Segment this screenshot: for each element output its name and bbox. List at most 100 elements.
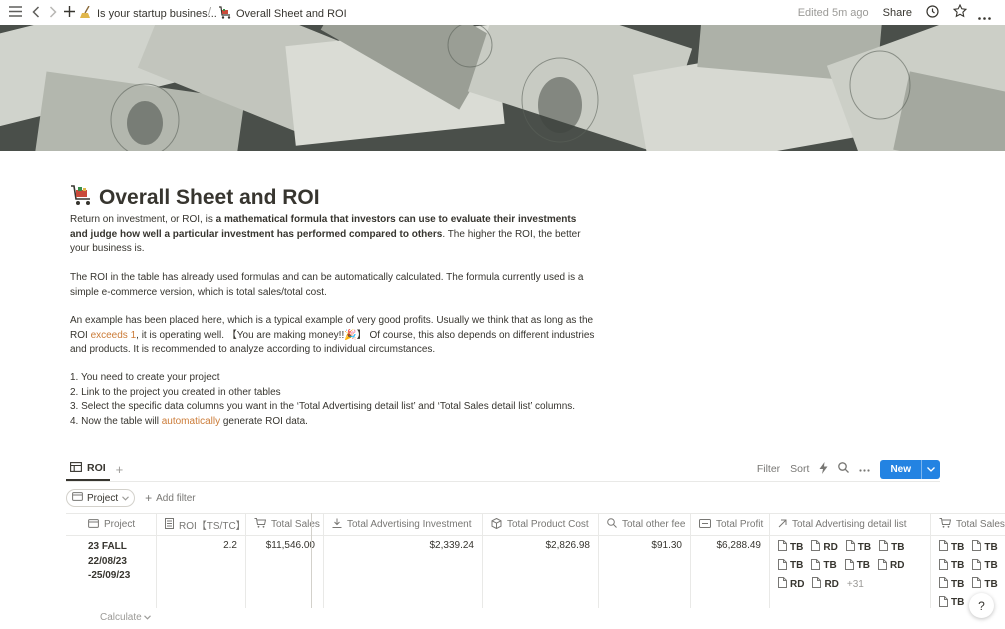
page-icon bbox=[972, 540, 982, 554]
tab-roi[interactable]: ROI bbox=[66, 457, 110, 481]
cart-icon bbox=[254, 518, 267, 531]
column-header-total-product-cost[interactable]: Total Product Cost bbox=[483, 514, 599, 535]
menu-icon[interactable] bbox=[9, 6, 22, 17]
adv-relations: TB RD TB TB TB TB TB RD RD RD +31 bbox=[778, 540, 922, 592]
adv-relation-item[interactable]: TB bbox=[811, 558, 837, 574]
new-button[interactable]: New bbox=[880, 459, 940, 479]
column-header-adv-detail[interactable]: Total Advertising detail list bbox=[770, 514, 931, 535]
add-page-icon[interactable] bbox=[64, 6, 75, 17]
example-text-c: , it is operating well. 【You are making … bbox=[70, 329, 595, 356]
frozen-column-divider bbox=[311, 513, 312, 608]
exceeds-highlight: exceeds 1 bbox=[90, 329, 137, 341]
share-button[interactable]: Share bbox=[883, 7, 912, 19]
sales-relation-item[interactable]: TB bbox=[939, 595, 964, 608]
adv-relation-item[interactable]: TB bbox=[844, 558, 870, 574]
column-header-total-other-fee[interactable]: Total other fee bbox=[599, 514, 691, 535]
breadcrumb-parent[interactable]: Is your startup busines... bbox=[80, 5, 217, 22]
cell-project[interactable]: 23 FALL 22/08/23 -25/09/23 bbox=[80, 535, 157, 608]
broom-icon bbox=[80, 5, 92, 22]
adv-relation-item[interactable]: TB bbox=[879, 540, 904, 555]
filter-row: Project + Add filter bbox=[66, 489, 196, 507]
automatically-highlight: automatically bbox=[161, 415, 221, 427]
adv-relation-item[interactable]: TB bbox=[845, 540, 871, 555]
forward-icon[interactable] bbox=[49, 6, 57, 18]
filter-button[interactable]: Filter bbox=[757, 463, 780, 475]
sales-relation-item[interactable]: TB bbox=[972, 540, 998, 555]
new-button-label[interactable]: New bbox=[880, 460, 921, 479]
search-icon[interactable] bbox=[838, 462, 850, 476]
cell-total-profit[interactable]: $6,288.49 bbox=[691, 535, 770, 608]
adv-relation-item[interactable]: RD bbox=[778, 577, 804, 592]
column-header-total-sales[interactable]: Total Sales bbox=[246, 514, 324, 535]
calculate-button[interactable]: Calculate bbox=[100, 612, 152, 623]
view-actions: Filter Sort New bbox=[757, 458, 940, 480]
page-icon bbox=[778, 577, 787, 591]
example-paragraph: An example has been placed here, which i… bbox=[70, 314, 595, 358]
cell-total-sales[interactable]: $11,546.00 bbox=[246, 535, 324, 608]
page-icon bbox=[972, 558, 982, 573]
plus-icon: + bbox=[145, 491, 153, 505]
page-icon bbox=[879, 540, 889, 554]
project-filter-chip[interactable]: Project bbox=[66, 489, 136, 507]
cart-icon bbox=[218, 6, 231, 22]
column-header-total-advertising[interactable]: Total Advertising Investment bbox=[324, 514, 483, 535]
add-filter-button[interactable]: + Add filter bbox=[145, 491, 195, 505]
formula-icon bbox=[165, 517, 174, 532]
chevron-down-icon bbox=[122, 493, 130, 504]
sales-relation-item[interactable]: TB bbox=[939, 540, 964, 555]
sales-relation-item[interactable]: TB bbox=[972, 577, 998, 592]
database-view-bar: ROI + Filter Sort New bbox=[66, 457, 940, 481]
column-header-project[interactable]: Project bbox=[80, 514, 157, 535]
table-icon bbox=[70, 461, 82, 475]
adv-relation-item[interactable]: RD bbox=[812, 577, 839, 592]
cart-emoji-icon bbox=[69, 183, 93, 213]
intro-text-a: Return on investment, or ROI, is bbox=[70, 214, 216, 225]
download-icon bbox=[332, 518, 342, 531]
sort-button[interactable]: Sort bbox=[790, 463, 809, 475]
adv-relation-item[interactable]: TB bbox=[778, 558, 803, 574]
ticket-icon bbox=[699, 518, 711, 531]
star-icon[interactable] bbox=[952, 3, 968, 21]
chevron-down-icon[interactable] bbox=[921, 459, 940, 479]
column-header-total-profit[interactable]: Total Profit bbox=[691, 514, 770, 535]
cell-sales-detail[interactable]: TB TB TB TB TB TB TB bbox=[931, 535, 1005, 608]
column-header-roi[interactable]: ROI【TS/TC】 bbox=[157, 514, 246, 535]
formula-paragraph: The ROI in the table has already used fo… bbox=[70, 272, 584, 298]
page-icon bbox=[878, 558, 888, 573]
cell-roi[interactable]: 2.2 bbox=[157, 535, 246, 608]
cell-total-advertising[interactable]: $2,339.24 bbox=[324, 535, 483, 608]
add-view-icon[interactable]: + bbox=[116, 462, 124, 477]
cell-total-other-fee[interactable]: $91.30 bbox=[599, 535, 691, 608]
sales-relation-item[interactable]: TB bbox=[939, 577, 964, 592]
page-icon bbox=[939, 577, 948, 591]
box-icon bbox=[491, 517, 502, 532]
page-icon bbox=[939, 595, 948, 608]
page-icon bbox=[812, 577, 822, 591]
cell-adv-detail[interactable]: TB RD TB TB TB TB TB RD RD RD +31 bbox=[770, 535, 931, 608]
automation-icon[interactable] bbox=[819, 461, 828, 477]
step-2: 2. Link to the project you created in ot… bbox=[70, 386, 281, 398]
dollar-bills-cover bbox=[0, 25, 1005, 151]
page-icon bbox=[845, 540, 855, 554]
sales-relation-item[interactable]: TB bbox=[972, 558, 998, 574]
more-relations-count[interactable]: +31 bbox=[847, 577, 864, 592]
breadcrumb-current[interactable]: Overall Sheet and ROI bbox=[218, 6, 347, 22]
topbar-actions: Edited 5m ago Share bbox=[798, 0, 968, 25]
view-divider bbox=[66, 481, 940, 482]
back-icon[interactable] bbox=[32, 6, 40, 18]
adv-relation-item[interactable]: RD bbox=[878, 558, 904, 574]
adv-relation-item[interactable]: RD bbox=[811, 540, 838, 555]
page-icon bbox=[939, 558, 948, 573]
card-icon bbox=[88, 518, 99, 531]
page-icon bbox=[811, 540, 821, 554]
table-row[interactable]: 23 FALL 22/08/23 -25/09/23 2.2 $11,546.0… bbox=[66, 535, 1005, 608]
view-more-icon[interactable] bbox=[859, 463, 871, 475]
adv-relation-item[interactable]: TB bbox=[778, 540, 803, 555]
breadcrumb-separator: / bbox=[208, 6, 212, 18]
column-header-sales-detail[interactable]: Total Sales detail list bbox=[931, 514, 1005, 535]
more-icon[interactable] bbox=[978, 11, 991, 23]
help-button[interactable]: ? bbox=[969, 593, 994, 618]
sales-relation-item[interactable]: TB bbox=[939, 558, 964, 574]
history-icon[interactable] bbox=[926, 4, 939, 21]
cell-total-product-cost[interactable]: $2,826.98 bbox=[483, 535, 599, 608]
